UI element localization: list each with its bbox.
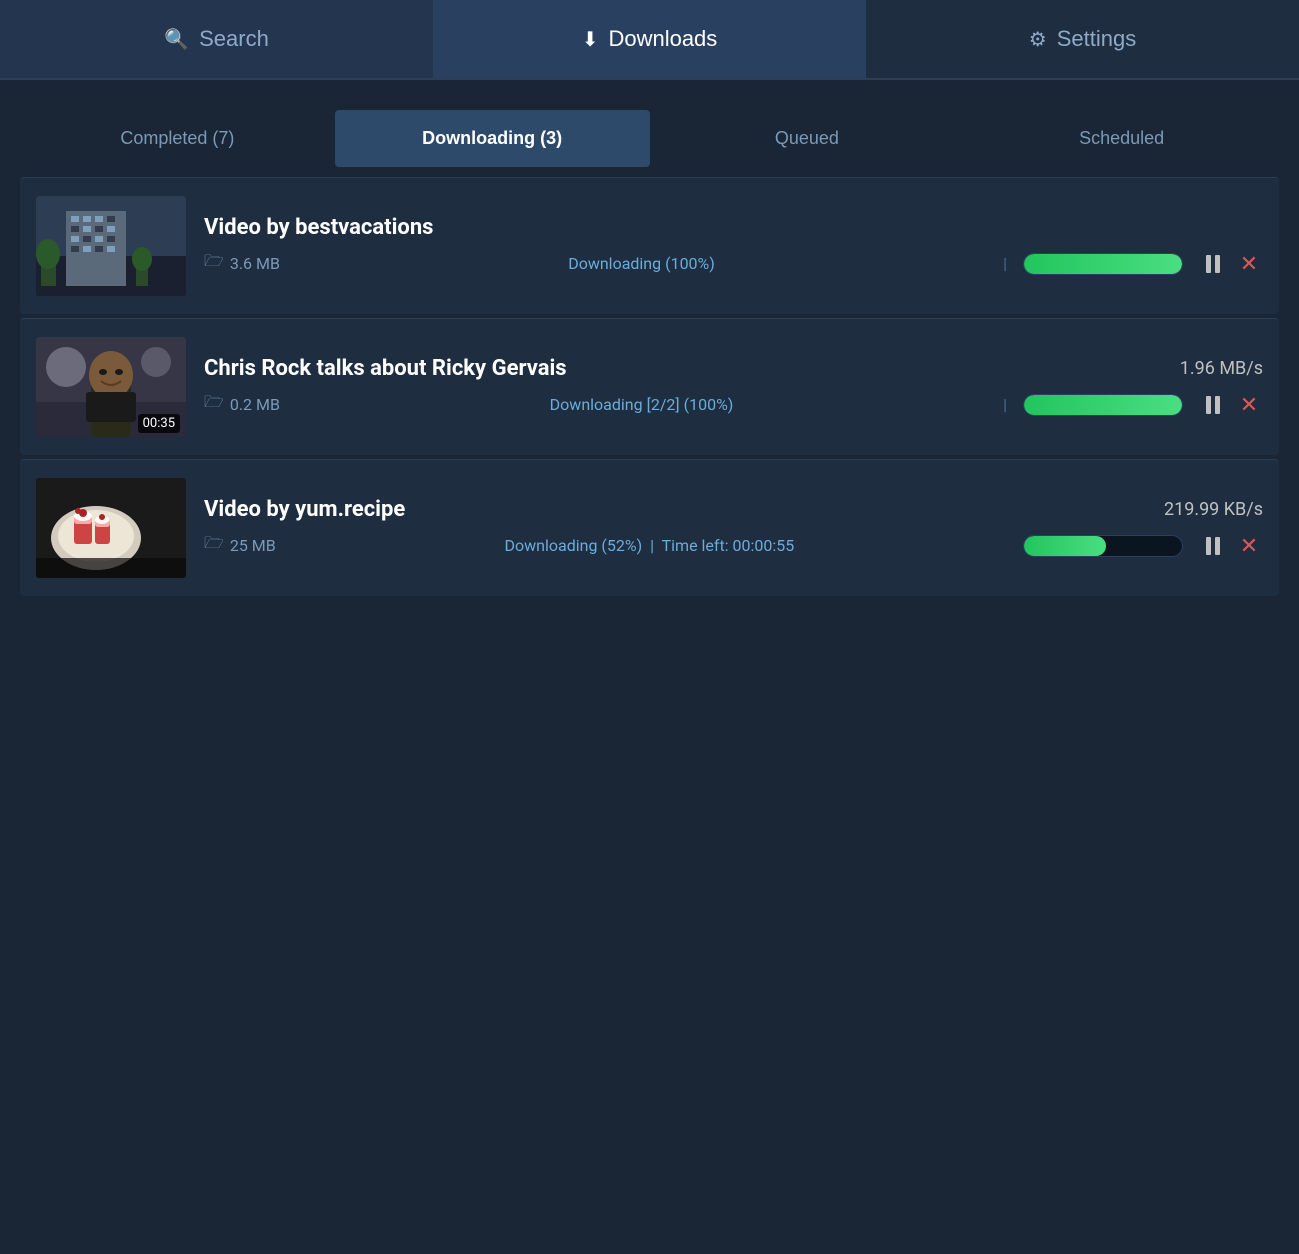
sub-tab-bar: Completed (7) Downloading (3) Queued Sch… [20,110,1279,167]
progress-bar-3 [1023,535,1183,557]
cancel-button-3[interactable]: ✕ [1235,532,1263,560]
status-text-3: Downloading (52%) | Time left: 00:00:55 [292,536,1007,555]
folder-icon-3: 🗁 [204,532,224,559]
title-row-3: Video by yum.recipe 219.99 KB/s [204,497,1263,522]
cancel-icon-3: ✕ [1240,533,1258,559]
title-row-1: Video by bestvacations [204,215,1263,240]
item-speed-2: 1.96 MB/s [1180,358,1263,379]
cancel-icon-2: ✕ [1240,392,1258,418]
controls-1: ✕ [1199,250,1263,278]
folder-icon-1: 🗁 [204,250,224,277]
pause-icon-2 [1206,396,1220,414]
separator-2: | [1003,395,1007,414]
download-item-3: Video by yum.recipe 219.99 KB/s 🗁 25 MB … [20,459,1279,596]
pause-icon-1 [1206,255,1220,273]
file-size-1: 🗁 3.6 MB [204,250,280,277]
details-row-1: 🗁 3.6 MB Downloading (100%) | [204,250,1263,278]
item-title-3: Video by yum.recipe [204,497,405,522]
duration-2: 00:35 [138,414,180,433]
download-item-1: Video by bestvacations 🗁 3.6 MB Download… [20,177,1279,314]
tab-completed[interactable]: Completed (7) [20,110,335,167]
cancel-button-2[interactable]: ✕ [1235,391,1263,419]
progress-bar-2 [1023,394,1183,416]
progress-fill-3 [1024,536,1106,556]
item-info-2: Chris Rock talks about Ricky Gervais 1.9… [204,356,1263,419]
folder-icon-2: 🗁 [204,391,224,418]
nav-settings-label: Settings [1057,26,1137,52]
item-title-1: Video by bestvacations [204,215,433,240]
tab-scheduled[interactable]: Scheduled [964,110,1279,167]
pause-icon-3 [1206,537,1220,555]
item-info-3: Video by yum.recipe 219.99 KB/s 🗁 25 MB … [204,497,1263,560]
item-info-1: Video by bestvacations 🗁 3.6 MB Download… [204,215,1263,278]
thumbnail-3 [36,478,186,578]
controls-3: ✕ [1199,532,1263,560]
download-icon: ⬇ [582,27,599,52]
pause-button-3[interactable] [1199,532,1227,560]
settings-icon: ⚙ [1029,27,1047,52]
search-icon: 🔍 [164,27,189,52]
nav-tab-settings[interactable]: ⚙ Settings [866,0,1299,78]
item-speed-3: 219.99 KB/s [1164,499,1263,520]
status-text-2: Downloading [2/2] (100%) [296,395,987,414]
nav-search-label: Search [199,26,269,52]
thumbnail-2: 00:35 [36,337,186,437]
status-text-1: Downloading (100%) [296,254,987,273]
top-navigation: 🔍 Search ⬇ Downloads ⚙ Settings [0,0,1299,80]
downloads-list: Video by bestvacations 🗁 3.6 MB Download… [20,177,1279,596]
progress-fill-1 [1024,254,1182,274]
file-size-3: 🗁 25 MB [204,532,276,559]
details-row-3: 🗁 25 MB Downloading (52%) | Time left: 0… [204,532,1263,560]
pause-button-1[interactable] [1199,250,1227,278]
thumbnail-1 [36,196,186,296]
separator-1: | [1003,254,1007,273]
tab-queued[interactable]: Queued [650,110,965,167]
progress-fill-2 [1024,395,1182,415]
controls-2: ✕ [1199,391,1263,419]
cancel-icon-1: ✕ [1240,251,1258,277]
title-row-2: Chris Rock talks about Ricky Gervais 1.9… [204,356,1263,381]
progress-bar-1 [1023,253,1183,275]
download-item-2: 00:35 Chris Rock talks about Ricky Gerva… [20,318,1279,455]
nav-downloads-label: Downloads [608,26,717,52]
file-size-2: 🗁 0.2 MB [204,391,280,418]
details-row-2: 🗁 0.2 MB Downloading [2/2] (100%) | [204,391,1263,419]
item-title-2: Chris Rock talks about Ricky Gervais [204,356,567,381]
nav-tab-search[interactable]: 🔍 Search [0,0,433,78]
tab-downloading[interactable]: Downloading (3) [335,110,650,167]
nav-tab-downloads[interactable]: ⬇ Downloads [433,0,866,78]
pause-button-2[interactable] [1199,391,1227,419]
cancel-button-1[interactable]: ✕ [1235,250,1263,278]
